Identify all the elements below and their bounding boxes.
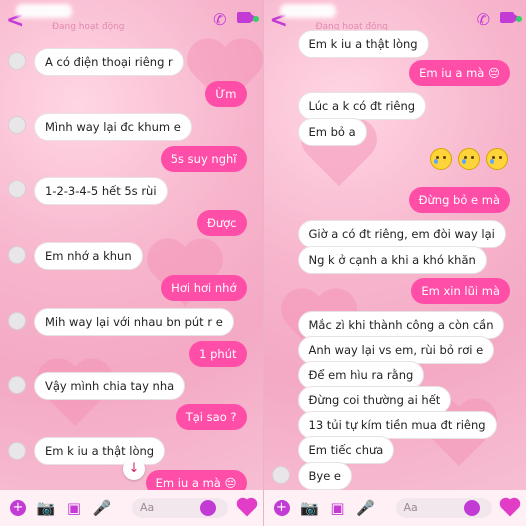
message-out: Tại sao ? bbox=[175, 404, 247, 430]
chat-header: < Đang hoạt động ✆ bbox=[0, 0, 263, 36]
sad-face-icon bbox=[457, 148, 480, 170]
sad-face-icon bbox=[485, 148, 508, 170]
message-in: Đừng coi thường ai hết bbox=[297, 386, 452, 414]
composer-bar: + 📷 ▣ 🎤 Aa bbox=[263, 490, 526, 526]
image-icon[interactable]: ▣ bbox=[64, 498, 84, 518]
sad-face-icon bbox=[429, 148, 452, 170]
phone-icon[interactable]: ✆ bbox=[477, 10, 490, 29]
online-indicator bbox=[516, 16, 522, 22]
message-in: 1-2-3-4-5 hết 5s rùi bbox=[34, 177, 168, 205]
camera-icon[interactable]: 📷 bbox=[300, 498, 320, 518]
message-in: Mình way lại đc khum e bbox=[34, 113, 192, 141]
composer-bar: + 📷 ▣ 🎤 Aa bbox=[0, 490, 263, 526]
message-out: Em iu a mà 😔 bbox=[409, 60, 510, 86]
microphone-icon[interactable]: 🎤 bbox=[92, 498, 112, 518]
message-in: Em k iu a thật lòng bbox=[297, 30, 429, 58]
contact-name-redacted bbox=[16, 4, 72, 18]
video-call-icon[interactable] bbox=[236, 12, 257, 23]
avatar bbox=[8, 442, 26, 460]
message-out: Hơi hơi nhớ bbox=[161, 275, 247, 301]
avatar bbox=[8, 246, 26, 264]
heart-icon[interactable] bbox=[501, 499, 519, 517]
message-in: Vậy mình chia tay nha bbox=[34, 372, 186, 400]
plus-icon[interactable]: + bbox=[272, 498, 292, 518]
message-in: Mắc zì khi thành công a còn cần bbox=[297, 311, 505, 339]
message-in: Em bỏ a bbox=[297, 118, 367, 146]
contact-name-redacted bbox=[279, 4, 336, 18]
avatar bbox=[8, 180, 26, 198]
avatar bbox=[8, 52, 26, 70]
message-out: 1 phút bbox=[189, 341, 247, 367]
avatar bbox=[8, 116, 26, 134]
microphone-icon[interactable]: 🎤 bbox=[356, 498, 376, 518]
online-indicator bbox=[252, 16, 259, 22]
chat-panel-right: < Đang hoạt động ✆ Em k iu a thật lòng E… bbox=[262, 0, 526, 526]
message-out: Em xin lũi mà bbox=[411, 278, 510, 304]
camera-icon[interactable]: 📷 bbox=[36, 498, 56, 518]
video-call-icon[interactable] bbox=[500, 12, 520, 23]
reaction-emojis bbox=[429, 148, 508, 170]
image-icon[interactable]: ▣ bbox=[328, 498, 348, 518]
avatar bbox=[8, 312, 26, 330]
plus-icon[interactable]: + bbox=[8, 498, 28, 518]
message-out: Được bbox=[196, 210, 247, 236]
message-in: Em tiếc chưa bbox=[297, 436, 395, 464]
message-in: Anh way lại vs em, rùi bỏ rơi e bbox=[297, 336, 495, 364]
message-out: Ừm bbox=[205, 81, 247, 107]
chat-panel-left: < Đang hoạt động ✆ A có điện thoại riêng… bbox=[0, 0, 263, 526]
message-in: 13 tủi tự kím tiền mua đt riêng bbox=[297, 411, 497, 439]
heart-icon[interactable] bbox=[238, 499, 255, 517]
avatar bbox=[271, 466, 290, 484]
emoji-icon[interactable] bbox=[200, 500, 216, 516]
message-in: Em nhớ a khun bbox=[34, 242, 143, 270]
message-in: A có điện thoại riêng r bbox=[34, 48, 184, 76]
message-in: Em k iu a thật lòng bbox=[34, 437, 166, 465]
emoji-icon[interactable] bbox=[463, 500, 480, 516]
message-in: Lúc a k có đt riêng bbox=[297, 92, 427, 120]
message-out: Đừng bỏ e mà bbox=[408, 187, 510, 213]
active-status: Đang hoạt động bbox=[52, 22, 125, 32]
message-in: Để em hìu ra rằng bbox=[297, 361, 425, 389]
message-in: Bye e bbox=[297, 462, 353, 490]
message-in: Ng k ở cạnh a khi a khó khăn bbox=[297, 246, 487, 274]
message-out: 5s suy nghĩ bbox=[160, 146, 247, 172]
phone-icon[interactable]: ✆ bbox=[213, 10, 226, 29]
avatar bbox=[8, 376, 26, 394]
message-in: Mih way lại với nhau bn pút r e bbox=[34, 308, 234, 336]
message-in: Giờ a có đt riêng, em đòi way lại bbox=[297, 220, 506, 248]
scroll-down-button[interactable]: ↓ bbox=[123, 458, 145, 480]
